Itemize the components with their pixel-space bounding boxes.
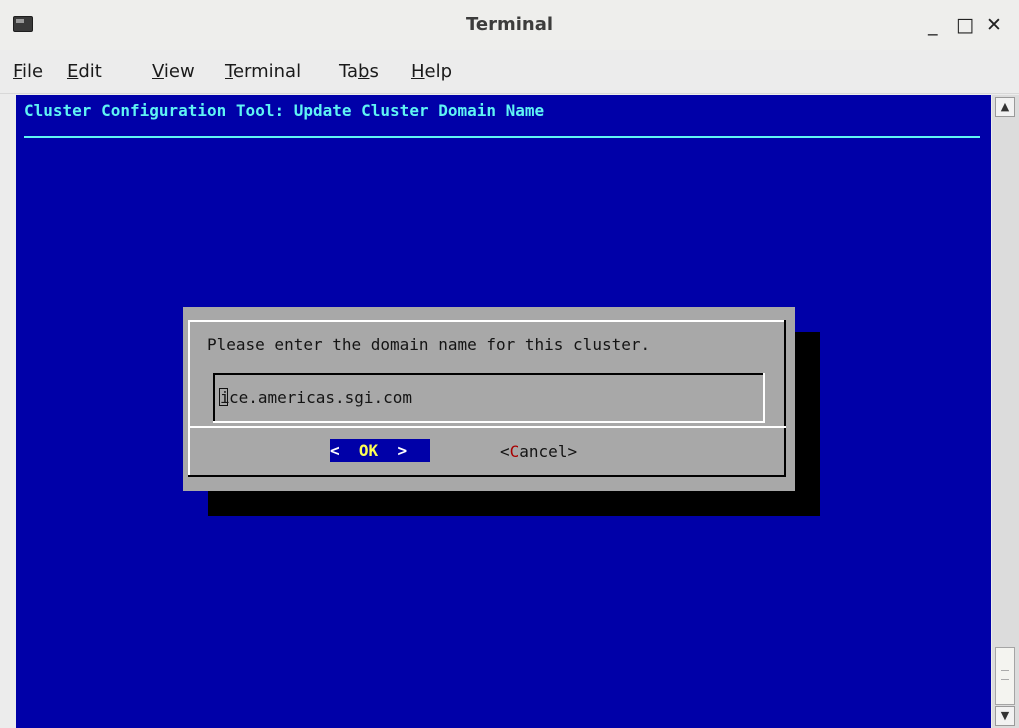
domain-name-dialog: Please enter the domain name for this cl… [183, 307, 795, 491]
scroll-thumb[interactable] [995, 647, 1015, 705]
button-row-divider [188, 426, 786, 428]
menu-help[interactable]: Help [411, 61, 452, 82]
menu-file[interactable]: File [13, 61, 43, 82]
domain-input-value: i ce.americas.sgi.com [219, 388, 413, 407]
minimize-icon[interactable]: _ [928, 14, 938, 36]
window-title: Terminal [465, 14, 554, 35]
ok-button[interactable]: < OK > [330, 439, 430, 462]
dialog-border-right [784, 320, 786, 477]
text-cursor: i [219, 388, 230, 407]
menu-tabs[interactable]: Tabs [339, 61, 379, 82]
menu-terminal[interactable]: Terminal [225, 61, 301, 82]
terminal-screen[interactable]: Cluster Configuration Tool: Update Clust… [16, 95, 991, 728]
dialog-border-top [188, 320, 786, 322]
scroll-down-icon[interactable]: ▼ [995, 706, 1015, 726]
dialog-border-left [188, 320, 190, 477]
maximize-icon[interactable]: □ [956, 14, 974, 36]
dialog-border-bottom [188, 475, 786, 477]
cancel-button[interactable]: <Cancel> [500, 440, 577, 463]
scroll-up-icon[interactable]: ▲ [995, 97, 1015, 117]
menubar: File Edit View Terminal Tabs Help [0, 52, 1019, 94]
header-divider [24, 136, 980, 138]
menu-view[interactable]: View [152, 61, 195, 82]
dialog-prompt: Please enter the domain name for this cl… [207, 335, 651, 354]
menu-edit[interactable]: Edit [67, 61, 102, 82]
terminal-scrollbar[interactable]: ▲ ▼ [992, 95, 1019, 728]
close-icon[interactable]: ✕ [986, 14, 1002, 36]
window-titlebar: Terminal _ □ ✕ [0, 0, 1019, 50]
tool-header: Cluster Configuration Tool: Update Clust… [24, 101, 545, 120]
